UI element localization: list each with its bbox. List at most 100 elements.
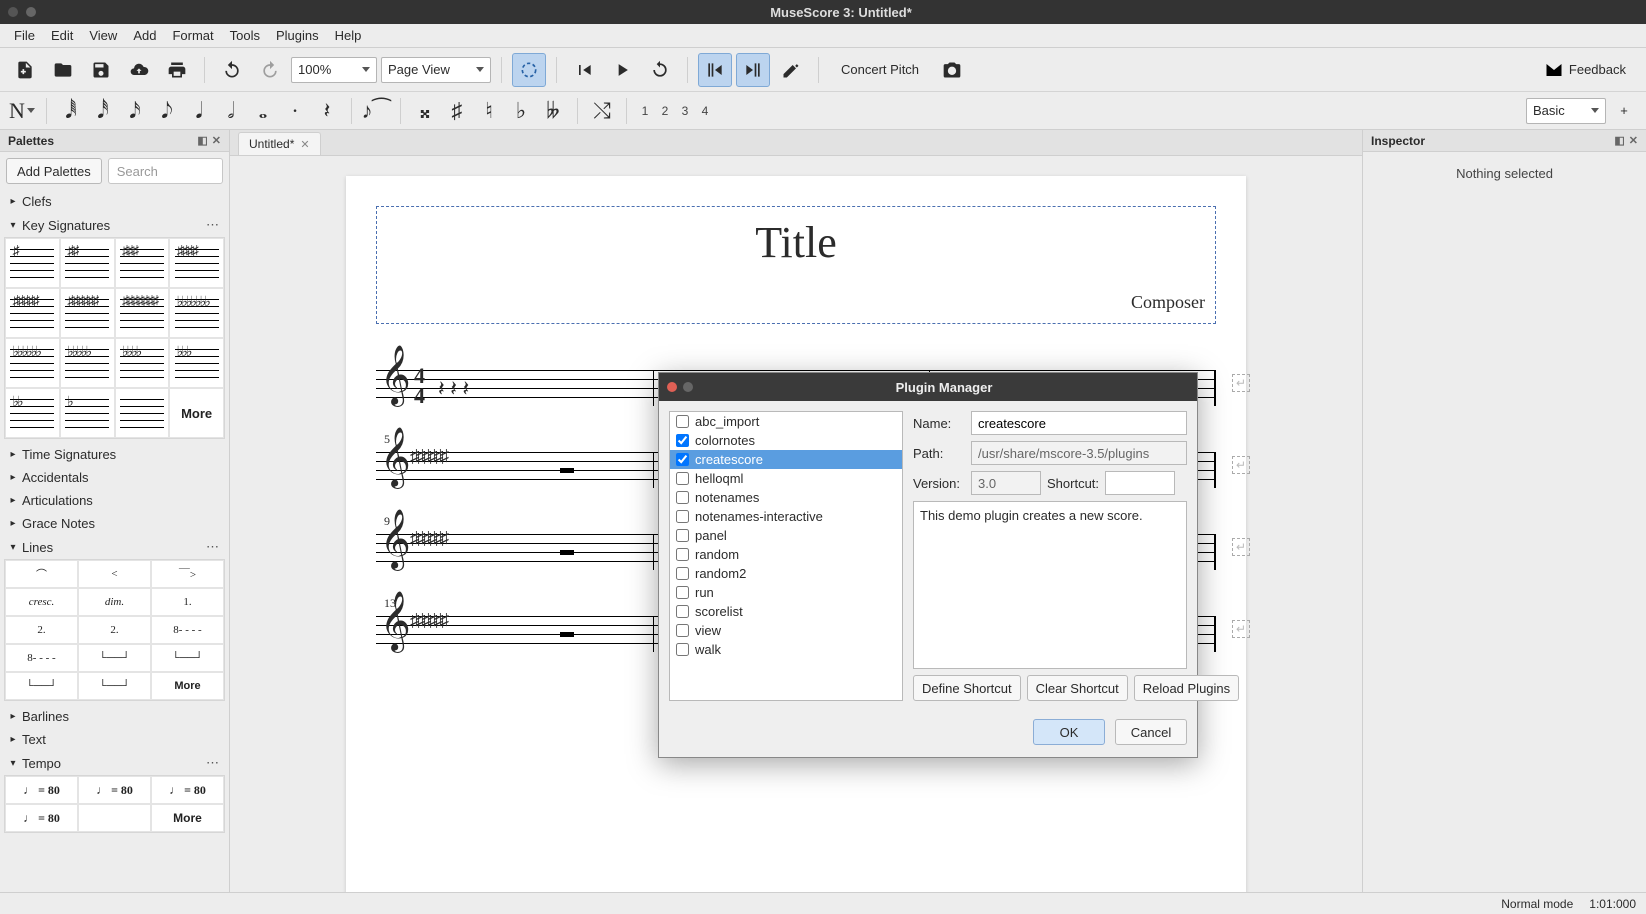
menu-help[interactable]: Help bbox=[327, 26, 370, 45]
note-32nd-button[interactable]: 𝅘𝅥𝅰 bbox=[89, 97, 117, 125]
note-8th-button[interactable]: 𝅘𝅥𝅮 bbox=[153, 97, 181, 125]
tempo-cell[interactable]: ♩ = 80 bbox=[5, 776, 78, 804]
dialog-titlebar[interactable]: Plugin Manager bbox=[659, 373, 1197, 401]
plugin-row[interactable]: colornotes bbox=[670, 431, 902, 450]
menu-add[interactable]: Add bbox=[125, 26, 164, 45]
palette-tempo-header[interactable]: ▾Tempo⋯ bbox=[0, 751, 229, 775]
play-button[interactable] bbox=[605, 53, 639, 87]
note-half-button[interactable]: 𝅗𝅥 bbox=[217, 97, 245, 125]
keysig-cell[interactable]: ♯♯♯ bbox=[115, 238, 170, 288]
loop-button[interactable] bbox=[643, 53, 677, 87]
reload-plugins-button[interactable]: Reload Plugins bbox=[1134, 675, 1239, 701]
keysig-cell[interactable]: ♭♭♭♭ bbox=[115, 338, 170, 388]
cloud-button[interactable] bbox=[122, 53, 156, 87]
keysig-cell[interactable]: ♭ bbox=[60, 388, 115, 438]
lines-cell[interactable]: └──┘ bbox=[5, 672, 78, 700]
tie-button[interactable]: ♪⁀ bbox=[362, 97, 390, 125]
plugin-row[interactable]: run bbox=[670, 583, 902, 602]
plugin-checkbox[interactable] bbox=[676, 510, 689, 523]
plugin-row[interactable]: walk bbox=[670, 640, 902, 659]
plugin-row[interactable]: abc_import bbox=[670, 412, 902, 431]
lines-cell[interactable]: ￣> bbox=[151, 560, 224, 588]
redo-button[interactable] bbox=[253, 53, 287, 87]
palette-accidentals-header[interactable]: ▸Accidentals bbox=[0, 466, 229, 489]
voice-2-button[interactable]: 2 bbox=[657, 104, 673, 118]
loop-start-button[interactable] bbox=[698, 53, 732, 87]
save-button[interactable] bbox=[84, 53, 118, 87]
menu-format[interactable]: Format bbox=[164, 26, 221, 45]
workspace-combo[interactable]: Basic bbox=[1526, 98, 1606, 124]
keysig-cell[interactable]: ♯ bbox=[5, 238, 60, 288]
flip-button[interactable]: ⤭ bbox=[588, 97, 616, 125]
plugin-checkbox[interactable] bbox=[676, 548, 689, 561]
undo-button[interactable] bbox=[215, 53, 249, 87]
plugin-row[interactable]: random2 bbox=[670, 564, 902, 583]
double-sharp-button[interactable]: 𝄪 bbox=[411, 97, 439, 125]
dot-button[interactable]: · bbox=[281, 97, 309, 125]
plugin-checkbox[interactable] bbox=[676, 605, 689, 618]
plugin-row[interactable]: notenames-interactive bbox=[670, 507, 902, 526]
note-16th-button[interactable]: 𝅘𝅥𝅯 bbox=[121, 97, 149, 125]
plugin-checkbox[interactable] bbox=[676, 491, 689, 504]
cancel-button[interactable]: Cancel bbox=[1115, 719, 1187, 745]
plugin-row[interactable]: scorelist bbox=[670, 602, 902, 621]
screenshot-button[interactable] bbox=[935, 53, 969, 87]
window-min-icon[interactable] bbox=[26, 7, 36, 17]
plugin-checkbox[interactable] bbox=[676, 472, 689, 485]
lines-cell[interactable]: ⌒ bbox=[5, 560, 78, 588]
menu-tools[interactable]: Tools bbox=[222, 26, 268, 45]
sharp-button[interactable]: ♯ bbox=[443, 97, 471, 125]
title-frame[interactable]: Title Composer bbox=[376, 206, 1216, 324]
keysig-cell[interactable]: ♭♭ bbox=[5, 388, 60, 438]
voice-3-button[interactable]: 3 bbox=[677, 104, 693, 118]
plugin-checkbox[interactable] bbox=[676, 434, 689, 447]
zoom-combo[interactable]: 100% bbox=[291, 57, 377, 83]
print-button[interactable] bbox=[160, 53, 194, 87]
menu-edit[interactable]: Edit bbox=[43, 26, 81, 45]
plugin-checkbox[interactable] bbox=[676, 529, 689, 542]
palette-text-header[interactable]: ▸Text bbox=[0, 728, 229, 751]
define-shortcut-button[interactable]: Define Shortcut bbox=[913, 675, 1021, 701]
lines-cell[interactable]: 1. bbox=[151, 588, 224, 616]
keysig-cell[interactable]: ♭♭♭♭♭♭ bbox=[5, 338, 60, 388]
plugin-row[interactable]: createscore bbox=[670, 450, 902, 469]
lines-cell[interactable]: └──┘ bbox=[78, 644, 151, 672]
plugin-checkbox[interactable] bbox=[676, 567, 689, 580]
lines-cell[interactable]: dim. bbox=[78, 588, 151, 616]
document-tab[interactable]: Untitled* ✕ bbox=[238, 132, 321, 155]
plugin-checkbox[interactable] bbox=[676, 624, 689, 637]
note-input-button[interactable]: N bbox=[8, 97, 36, 125]
keysig-cell[interactable]: ♭♭♭♭♭ bbox=[60, 338, 115, 388]
rest-button[interactable]: 𝄽 bbox=[313, 97, 341, 125]
inspector-close-icon[interactable]: ✕ bbox=[1629, 134, 1638, 147]
natural-button[interactable]: ♮ bbox=[475, 97, 503, 125]
lines-cell[interactable]: < bbox=[78, 560, 151, 588]
dialog-min-icon[interactable] bbox=[683, 382, 693, 392]
clear-shortcut-button[interactable]: Clear Shortcut bbox=[1027, 675, 1128, 701]
tab-close-icon[interactable]: ✕ bbox=[300, 138, 309, 151]
view-mode-combo[interactable]: Page View bbox=[381, 57, 491, 83]
feedback-button[interactable]: Feedback bbox=[1533, 56, 1638, 84]
palette-articulations-header[interactable]: ▸Articulations bbox=[0, 489, 229, 512]
palette-barlines-header[interactable]: ▸Barlines bbox=[0, 705, 229, 728]
flat-button[interactable]: ♭ bbox=[507, 97, 535, 125]
plugin-checkbox[interactable] bbox=[676, 453, 689, 466]
keysig-cell[interactable]: ♯♯♯♯ bbox=[169, 238, 224, 288]
voice-4-button[interactable]: 4 bbox=[697, 104, 713, 118]
menu-view[interactable]: View bbox=[81, 26, 125, 45]
keysig-cell[interactable]: ♯♯♯♯♯♯ bbox=[60, 288, 115, 338]
keysig-cell[interactable] bbox=[115, 388, 170, 438]
palettes-close-icon[interactable]: ✕ bbox=[212, 134, 221, 147]
plugin-row[interactable]: view bbox=[670, 621, 902, 640]
plugin-row[interactable]: helloqml bbox=[670, 469, 902, 488]
double-flat-button[interactable]: 𝄫 bbox=[539, 97, 567, 125]
window-close-icon[interactable] bbox=[8, 7, 18, 17]
lines-cell[interactable]: 2. bbox=[5, 616, 78, 644]
lines-cell[interactable]: 8- - - - bbox=[151, 616, 224, 644]
voice-1-button[interactable]: 1 bbox=[637, 104, 653, 118]
lines-cell[interactable]: 8- - - - bbox=[5, 644, 78, 672]
keysig-cell[interactable]: ♯♯♯♯♯ bbox=[5, 288, 60, 338]
plugin-shortcut-field[interactable] bbox=[1105, 471, 1175, 495]
keysig-cell[interactable]: ♭♭♭♭♭♭♭ bbox=[169, 288, 224, 338]
note-quarter-button[interactable]: 𝅘𝅥 bbox=[185, 97, 213, 125]
